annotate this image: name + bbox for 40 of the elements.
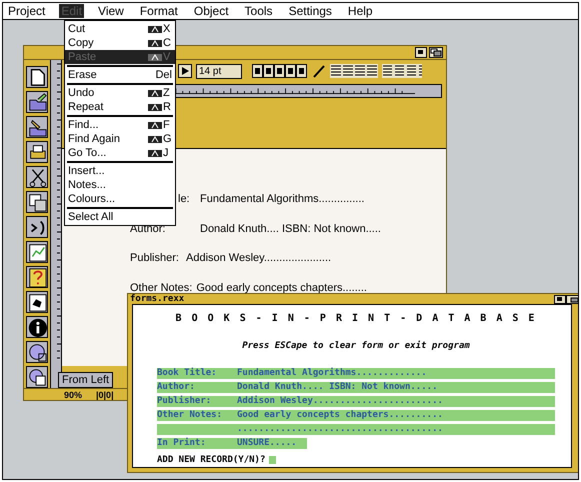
field-label: le: (178, 192, 191, 207)
menu-item[interactable]: Insert... (65, 164, 175, 178)
menu-title[interactable]: Project (6, 4, 48, 18)
menu-item[interactable]: Find Again G (65, 132, 175, 146)
field-value: Addison Wesley...................... (186, 251, 332, 266)
form-field: Other Notes: Good early concepts chapters.......... (157, 410, 555, 420)
measure-label: From Left (58, 372, 114, 388)
menu-item[interactable]: Select All (65, 210, 175, 224)
heading: B O O K S - I N - P R I N T - D A T A B A S E (174, 312, 538, 326)
menu-item[interactable]: Notes... (65, 178, 175, 192)
field-value: Fundamental Algorithms............... (200, 192, 364, 207)
field-label: Other Notes: (130, 280, 192, 294)
prompt-text: ADD NEW RECORD(Y/N)? (157, 454, 266, 466)
window-title: forms.rexx (129, 294, 186, 304)
status-text: 90% (64, 389, 82, 400)
form-field: In Print: UNSURE..... (157, 438, 307, 448)
menu-item[interactable]: Erase Del (65, 68, 175, 82)
instruction-text: Press ESCape to clear form or exit program (241, 340, 471, 353)
form-field: Publisher: Addison Wesley........................ (157, 396, 555, 406)
menu-item[interactable]: Cut X (65, 22, 175, 36)
form-field: ...................................... (157, 424, 555, 434)
menu-title[interactable]: Object (192, 4, 231, 18)
menu-item[interactable]: Undo Z (65, 86, 175, 100)
field-value: Good early concepts chapters........ (196, 280, 367, 296)
form-field: Author: Donald Knuth.... ISBN: Not known..... (157, 382, 555, 392)
menu-item[interactable]: Go To... J (65, 146, 175, 160)
menu-item[interactable]: Copy C (65, 36, 175, 50)
menu-title[interactable]: View (96, 4, 126, 18)
font-size-field[interactable]: 14 pt (196, 64, 242, 78)
field-value: Donald Knuth.... ISBN: Not known..... (200, 222, 381, 236)
menu-title[interactable]: Settings (286, 4, 334, 18)
menu-item[interactable]: Colours... (65, 192, 175, 206)
form-field: Book Title: Fundamental Algorithms............. (157, 368, 555, 378)
menu-title[interactable]: Help (346, 4, 375, 18)
status-text: |0|0| (96, 389, 114, 400)
menu-item[interactable]: Repeat R (65, 100, 175, 114)
menu-item[interactable]: Find... F (65, 118, 175, 132)
field-label: Publisher: (130, 251, 180, 266)
menu-title[interactable]: Format (138, 4, 180, 18)
menu-title[interactable]: Tools (242, 4, 275, 18)
